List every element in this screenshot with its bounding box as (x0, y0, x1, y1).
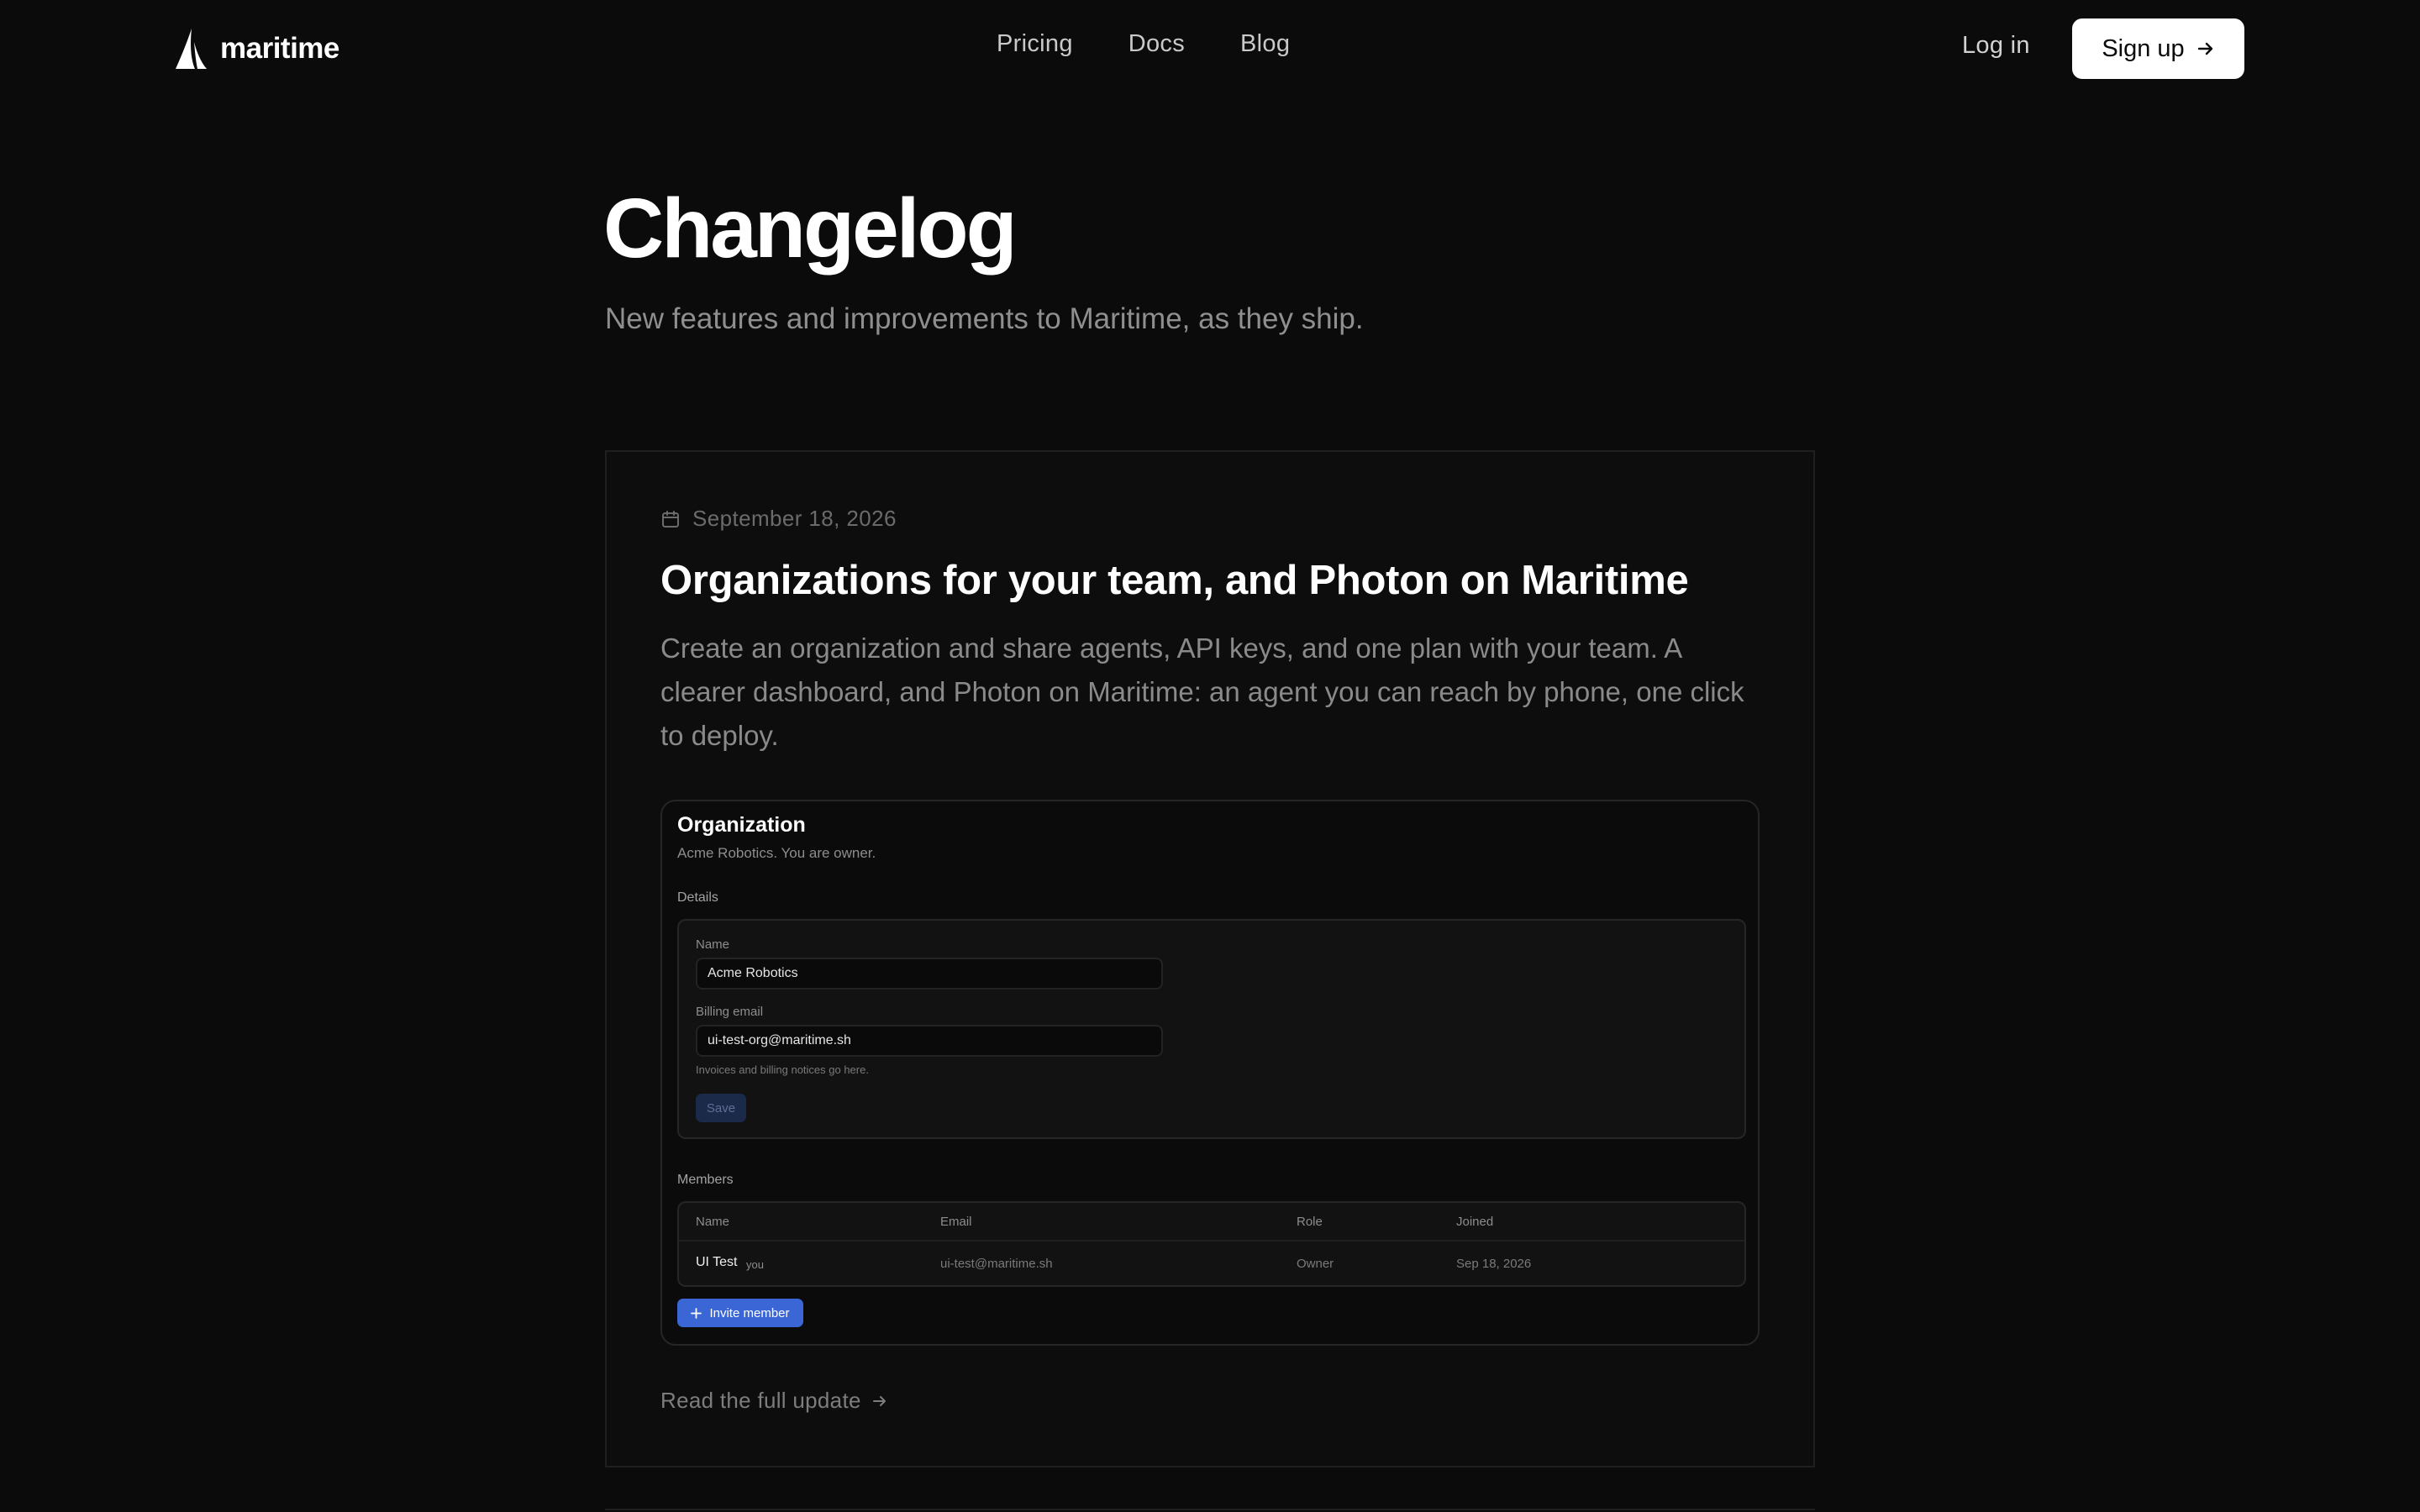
brand-logo[interactable]: maritime (173, 25, 339, 72)
brand-name: maritime (220, 32, 339, 65)
page-title: Changelog (603, 181, 1018, 276)
billing-email-label: Billing email (696, 1005, 764, 1019)
entry-body: Create an organization and share agents,… (660, 633, 1744, 751)
nav-link-blog[interactable]: Blog (1240, 30, 1290, 58)
calendar-icon (662, 510, 679, 528)
org-title: Organization (677, 813, 806, 837)
details-panel: Name Billing email Invoices and billing … (677, 919, 1746, 1139)
table-divider (679, 1240, 1744, 1242)
signup-label: Sign up (2102, 34, 2185, 62)
col-header-joined: Joined (1456, 1215, 1494, 1229)
nav-link-pricing[interactable]: Pricing (997, 30, 1073, 58)
col-header-role: Role (1297, 1215, 1323, 1229)
member-joined: Sep 18, 2026 (1456, 1257, 1532, 1271)
signup-button[interactable]: Sign up (2072, 18, 2244, 79)
changelog-entry: September 18, 2026 Organizations for you… (605, 450, 1815, 1467)
invite-member-button[interactable]: Invite member (677, 1299, 803, 1327)
entry-title: Organizations for your team, and Photon … (660, 558, 1689, 603)
plus-icon (691, 1307, 702, 1319)
nav-links: Pricing Docs Blog (997, 30, 1290, 58)
member-you-tag: you (746, 1258, 764, 1271)
top-nav: maritime Pricing Docs Blog Log in Sign u… (0, 0, 2420, 97)
invite-member-label: Invite member (709, 1305, 790, 1320)
read-full-update-link[interactable]: Read the full update (660, 1388, 888, 1414)
page-subtitle: New features and improvements to Maritim… (605, 302, 1364, 335)
arrow-right-icon (2197, 42, 2212, 55)
sailboat-icon (176, 29, 207, 69)
login-link[interactable]: Log in (1962, 32, 2030, 60)
entry-date-text: September 18, 2026 (692, 506, 897, 531)
org-subtitle: Acme Robotics. You are owner. (677, 845, 876, 861)
org-name-input[interactable] (696, 958, 1163, 990)
col-header-name: Name (696, 1215, 730, 1229)
member-email: ui-test@maritime.sh (940, 1257, 1053, 1271)
save-button[interactable]: Save (696, 1094, 746, 1122)
entry-date: September 18, 2026 (660, 506, 897, 532)
arrow-right-icon (872, 1395, 886, 1406)
details-label: Details (677, 890, 718, 905)
member-role: Owner (1297, 1257, 1334, 1271)
organization-screenshot: Organization Acme Robotics. You are owne… (660, 800, 1760, 1346)
billing-email-hint: Invoices and billing notices go here. (696, 1063, 869, 1076)
nav-link-docs[interactable]: Docs (1128, 30, 1185, 58)
members-label: Members (677, 1173, 734, 1187)
col-header-email: Email (940, 1215, 972, 1229)
member-name: UI Test (696, 1255, 738, 1269)
next-entry-divider (605, 1509, 1815, 1510)
members-table: Name Email Role Joined UI Test you ui-te… (677, 1201, 1746, 1287)
billing-email-input[interactable] (696, 1025, 1163, 1057)
name-label: Name (696, 937, 730, 952)
read-more-label: Read the full update (660, 1388, 861, 1413)
